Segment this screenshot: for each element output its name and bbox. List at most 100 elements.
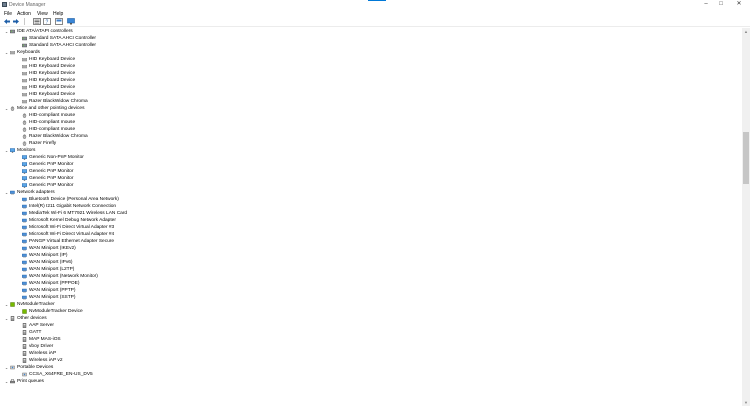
tree-device-row[interactable]: WAN Miniport (Network Monitor) — [0, 273, 736, 280]
tree-device-row[interactable]: Standard SATA AHCI Controller — [0, 35, 736, 42]
tree-device-row[interactable]: GATT — [0, 329, 736, 336]
device-manager-icon — [2, 2, 7, 7]
mouse-icon — [22, 120, 27, 125]
tree-device-row[interactable]: HID-compliant mouse — [0, 112, 736, 119]
toolbar: ? — [0, 17, 750, 27]
tree-device-row[interactable]: Generic PnP Monitor — [0, 175, 736, 182]
scroll-up-arrow-icon[interactable]: ▲ — [742, 28, 750, 35]
scrollbar-thumb[interactable] — [743, 132, 749, 184]
tree-device-row[interactable]: NvModuleTracker Device — [0, 308, 736, 315]
tree-device-row[interactable]: HID Keyboard Device — [0, 56, 736, 63]
mouse-icon — [10, 106, 15, 111]
expand-chevron-icon[interactable]: ⌄ — [4, 189, 9, 196]
keyboard-icon — [10, 50, 15, 55]
expand-chevron-icon[interactable]: ⌄ — [4, 49, 9, 56]
expand-chevron-icon[interactable]: ⌄ — [4, 105, 9, 112]
tree-device-row[interactable]: HID Keyboard Device — [0, 63, 736, 70]
tree-category-row[interactable]: ⌄ Portable Devices — [0, 364, 736, 371]
portable-device-icon — [10, 365, 15, 370]
tree-device-row[interactable]: Generic PnP Monitor — [0, 161, 736, 168]
device-tree: ⌄ IDE ATA/ATAPI controllers Standard SATA … — [0, 28, 742, 406]
tree-device-row[interactable]: WAN Miniport (PPPOE) — [0, 280, 736, 287]
tree-device-row[interactable]: HID Keyboard Device — [0, 70, 736, 77]
tree-device-row[interactable]: HID-compliant mouse — [0, 126, 736, 133]
tree-device-row[interactable]: Wireless iAP v2 — [0, 357, 736, 364]
tree-device-row[interactable]: Standard SATA AHCI Controller — [0, 42, 736, 49]
expand-chevron-icon[interactable]: ⌄ — [4, 378, 9, 385]
tree-device-row[interactable]: PANGP Virtual Ethernet Adapter Secure — [0, 238, 736, 245]
tree-category-row[interactable]: ⌄ Other devices — [0, 315, 736, 322]
maximize-button[interactable]: □ — [715, 0, 727, 9]
network-adapter-icon — [22, 218, 27, 223]
tree-device-row[interactable]: WAN Miniport (PPTP) — [0, 287, 736, 294]
scroll-down-arrow-icon[interactable]: ▼ — [742, 399, 750, 406]
tree-device-row[interactable]: HID Keyboard Device — [0, 84, 736, 91]
tree-device-row[interactable]: Razer BlackWidow Chroma — [0, 133, 736, 140]
tree-device-row[interactable]: Microsoft Wi-Fi Direct Virtual Adapter #… — [0, 231, 736, 238]
nvtracker-icon — [10, 302, 15, 307]
monitor-icon — [22, 162, 27, 167]
tree-category-row[interactable]: ⌄ Network adapters — [0, 189, 736, 196]
tree-device-row[interactable]: Bluetooth Device (Personal Area Network) — [0, 196, 736, 203]
tree-category-row[interactable]: ⌄ Keyboards — [0, 49, 736, 56]
tree-category-row[interactable]: ⌄ Mice and other pointing devices — [0, 105, 736, 112]
tree-device-row[interactable]: Razer BlackWidow Chroma — [0, 98, 736, 105]
tree-device-row[interactable]: vboy Driver — [0, 343, 736, 350]
network-adapter-icon — [22, 204, 27, 209]
tree-device-row[interactable]: WAN Miniport (SSTP) — [0, 294, 736, 301]
tree-device-row[interactable]: Generic Non-PnP Monitor — [0, 154, 736, 161]
tree-device-row[interactable]: WAN Miniport (L2TP) — [0, 266, 736, 273]
tree-category-row[interactable]: ⌄ Print queues — [0, 378, 736, 385]
close-button[interactable]: ✕ — [733, 0, 745, 9]
properties-grid-icon[interactable] — [33, 18, 41, 25]
tree-device-row[interactable]: HID Keyboard Device — [0, 77, 736, 84]
network-adapter-icon — [22, 225, 27, 230]
tree-category-row[interactable]: ⌄ Monitors — [0, 147, 736, 154]
vertical-scrollbar[interactable]: ▲ ▼ — [742, 28, 750, 406]
tree-device-row[interactable]: WAN Miniport (IKEv2) — [0, 245, 736, 252]
tree-device-row[interactable]: WAN Miniport (IPv6) — [0, 259, 736, 266]
tree-device-row[interactable]: Intel(R) I211 Gigabit Network Connection — [0, 203, 736, 210]
network-adapter-icon — [22, 288, 27, 293]
title-bar: Device Manager – □ ✕ — [0, 0, 750, 9]
tree-device-row[interactable]: MediaTek Wi-Fi 6 MT7921 Wireless LAN Car… — [0, 210, 736, 217]
tree-category-row[interactable]: ⌄ IDE ATA/ATAPI controllers — [0, 28, 736, 35]
network-adapter-icon — [22, 267, 27, 272]
expand-chevron-icon[interactable]: ⌄ — [4, 315, 9, 322]
expand-chevron-icon[interactable]: ⌄ — [4, 301, 9, 308]
tree-device-row[interactable]: WAN Miniport (IP) — [0, 252, 736, 259]
tree-category-row[interactable]: ⌄ NvModuleTracker — [0, 301, 736, 308]
help-icon[interactable]: ? — [43, 18, 51, 25]
expand-chevron-icon[interactable]: ⌄ — [4, 147, 9, 154]
network-adapter-icon — [22, 211, 27, 216]
back-icon[interactable] — [3, 18, 11, 25]
tree-device-row[interactable]: HID-compliant mouse — [0, 119, 736, 126]
expand-chevron-icon[interactable]: ⌄ — [4, 364, 9, 371]
portable-device-icon — [22, 372, 27, 377]
svg-text:?: ? — [46, 20, 49, 26]
network-adapter-icon — [22, 274, 27, 279]
tree-device-row[interactable]: MAP MAS-iOS — [0, 336, 736, 343]
tree-device-row[interactable]: HID Keyboard Device — [0, 91, 736, 98]
printer-icon — [10, 379, 15, 384]
forward-icon[interactable] — [12, 18, 20, 25]
keyboard-icon — [22, 99, 27, 104]
expand-chevron-icon[interactable]: ⌄ — [4, 28, 9, 35]
tree-device-row[interactable]: CCSA_X64FRE_EN-US_DV5 — [0, 371, 736, 378]
tree-device-row[interactable]: Wireless iAP — [0, 350, 736, 357]
tree-device-row[interactable]: Microsoft Kernel Debug Network Adapter — [0, 217, 736, 224]
tree-device-row[interactable]: Microsoft Wi-Fi Direct Virtual Adapter #… — [0, 224, 736, 231]
menu-bar: File Action View Help — [0, 9, 750, 17]
mouse-icon — [22, 141, 27, 146]
tree-device-row[interactable]: Generic PnP Monitor — [0, 182, 736, 189]
monitor-scan-icon[interactable] — [67, 18, 75, 25]
ide-controller-icon — [22, 43, 27, 48]
divider — [24, 18, 32, 25]
tree-device-row[interactable]: AAP Server — [0, 322, 736, 329]
minimize-button[interactable]: – — [700, 0, 712, 9]
tree-device-row[interactable]: Generic PnP Monitor — [0, 168, 736, 175]
keyboard-icon — [22, 78, 27, 83]
tree-device-row[interactable]: Razer Firefly — [0, 140, 736, 147]
show-hidden-icon[interactable] — [55, 18, 63, 25]
unknown-device-icon — [22, 351, 27, 356]
